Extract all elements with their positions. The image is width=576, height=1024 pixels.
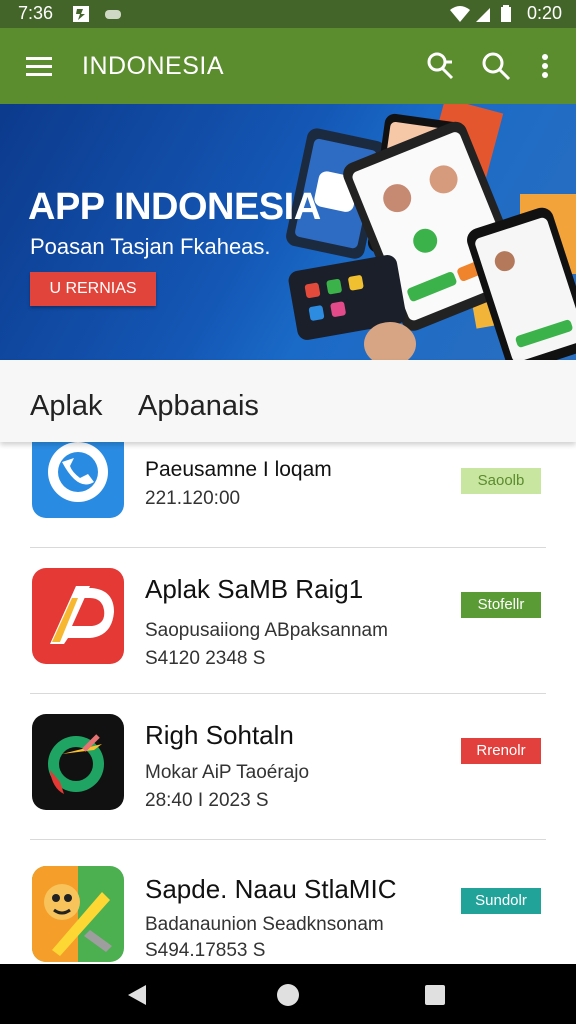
banner-headline: APP INDONESIA <box>28 186 321 228</box>
app-notification-icon <box>73 6 89 22</box>
phones-illustration <box>286 104 576 360</box>
app-description: Mokar AiP Taoérajo <box>145 762 310 783</box>
status-badge[interactable]: Sundolr <box>461 888 541 914</box>
game-controller-icon <box>105 10 121 19</box>
red-a-app-icon <box>32 568 124 664</box>
status-bar: 7:36 0:20 <box>0 0 576 28</box>
system-nav-bar <box>0 964 576 1024</box>
home-icon[interactable] <box>275 982 301 1008</box>
app-name: Paeusamne I loqam <box>145 458 332 481</box>
app-bar: INDONESIA <box>0 28 576 104</box>
back-icon[interactable] <box>124 982 150 1008</box>
app-name: Sapde. Naau StlaMIC <box>145 874 397 904</box>
globe-chat-app-icon <box>32 714 124 810</box>
list-item[interactable]: Sapde. Naau StlaMIC Badanaunion Seadknso… <box>10 840 566 964</box>
search-icon[interactable] <box>480 50 512 82</box>
tab-aplak[interactable]: Aplak <box>30 390 103 423</box>
status-badge[interactable]: Saoolb <box>461 468 541 494</box>
status-badge[interactable]: Stofellr <box>461 592 541 618</box>
status-right-time: 0:20 <box>526 3 562 23</box>
app-description: Saopusaiiong ABpaksannam <box>145 620 388 641</box>
category-tabs: Aplak Apbanais <box>0 360 576 442</box>
app-name: Aplak SaMB Raig1 <box>145 574 364 604</box>
battery-icon <box>501 5 511 22</box>
list-item[interactable]: Paeusamne I loqam 221.120:00 Saoolb <box>10 442 566 548</box>
app-list: Paeusamne I loqam 221.120:00 Saoolb Apla… <box>10 442 566 964</box>
wifi-icon <box>450 6 470 22</box>
phone-app-icon <box>32 442 124 518</box>
tab-apbanais[interactable]: Apbanais <box>138 390 259 423</box>
promo-banner[interactable]: APP INDONESIA Poasan Tasjan Fkaheas. U R… <box>0 104 576 360</box>
hamburger-menu-icon[interactable] <box>24 52 54 80</box>
status-badge[interactable]: Rrenolr <box>461 738 541 764</box>
app-title: INDONESIA <box>82 52 225 80</box>
app-meta: S4120 2348 S <box>145 648 266 669</box>
app-description: Badanaunion Seadknsonam <box>145 914 384 935</box>
more-options-icon[interactable] <box>530 50 560 82</box>
list-item[interactable]: Aplak SaMB Raig1 Saopusaiiong ABpaksanna… <box>10 548 566 694</box>
voice-search-icon[interactable] <box>424 50 456 82</box>
list-item[interactable]: Righ Sohtaln Mokar AiP Taoérajo 28:40 I … <box>10 694 566 840</box>
status-time: 7:36 <box>18 3 54 23</box>
app-name: Righ Sohtaln <box>145 720 294 750</box>
banner-cta-button[interactable]: U RERNIAS <box>30 272 156 306</box>
recent-apps-icon[interactable] <box>422 982 448 1008</box>
app-meta: S494.17853 S <box>145 940 266 961</box>
banner-subtitle: Poasan Tasjan Fkaheas. <box>30 234 271 259</box>
app-meta: 28:40 I 2023 S <box>145 790 269 811</box>
app-meta: 221.120:00 <box>145 488 241 509</box>
signal-icon <box>476 8 490 22</box>
pencil-tools-app-icon <box>32 866 124 962</box>
